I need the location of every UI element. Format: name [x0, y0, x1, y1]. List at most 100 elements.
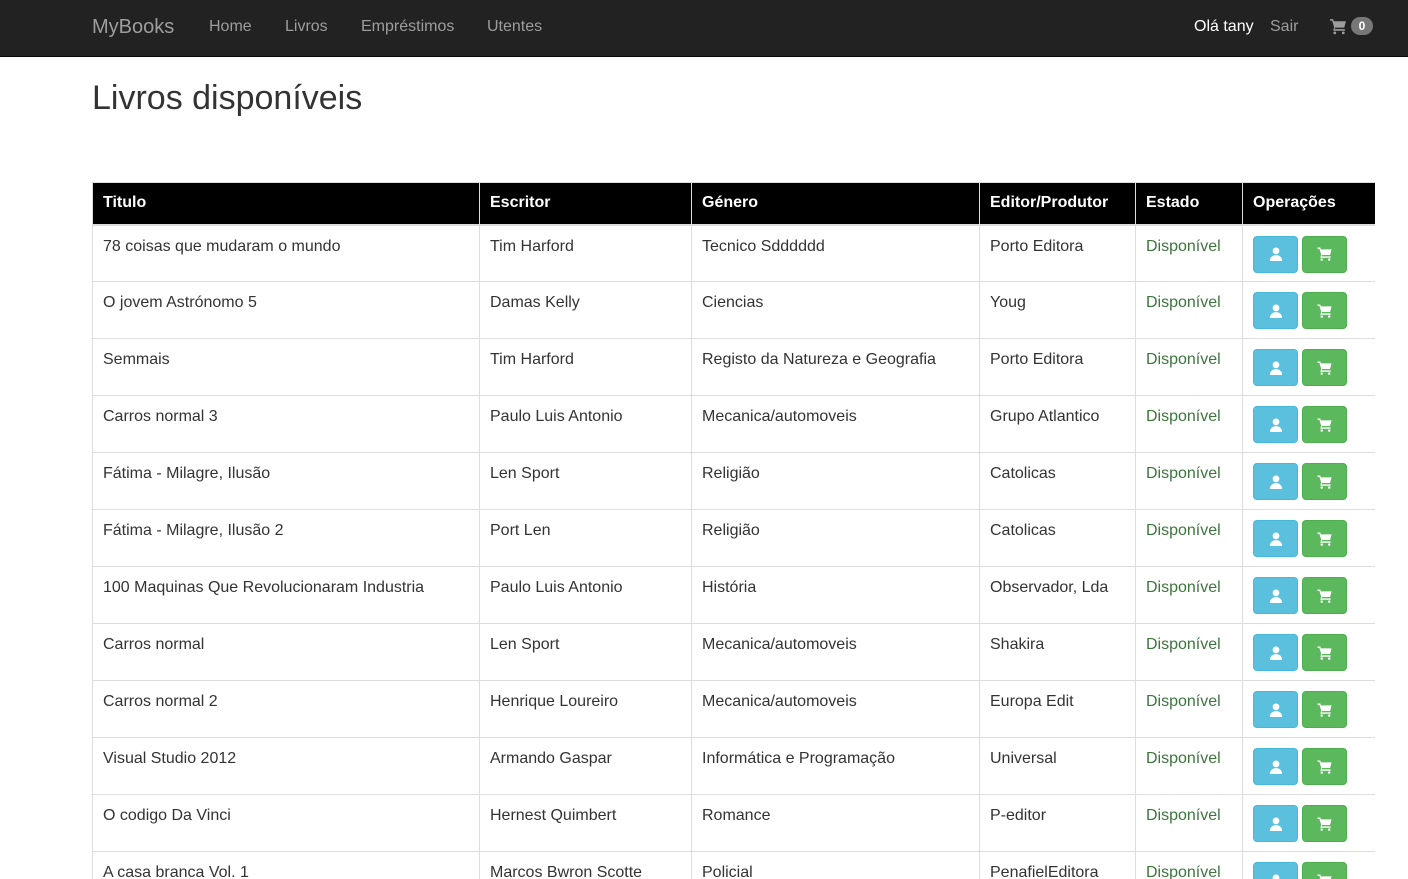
cell-genero: Tecnico Sdddddd: [691, 224, 980, 282]
cell-genero: História: [691, 566, 980, 624]
user-icon: [1269, 816, 1282, 831]
cell-titulo: O codigo Da Vinci: [92, 794, 480, 852]
add-to-cart-button[interactable]: [1302, 577, 1347, 614]
cell-estado: Disponível: [1135, 794, 1243, 852]
cell-escritor: Port Len: [479, 509, 692, 567]
column-header-titulo[interactable]: Titulo: [92, 182, 480, 226]
add-to-cart-button[interactable]: [1302, 805, 1347, 842]
logout-link[interactable]: Sair: [1270, 18, 1298, 36]
cell-genero: Religião: [691, 509, 980, 567]
user-icon: [1269, 531, 1282, 546]
cell-titulo: O jovem Astrónomo 5: [92, 281, 480, 339]
top-navbar: MyBooks Home Livros Empréstimos Utentes …: [0, 0, 1408, 57]
cell-editor: Observador, Lda: [979, 566, 1136, 624]
shopping-cart-icon: [1317, 588, 1332, 603]
brand-link[interactable]: MyBooks: [92, 16, 174, 39]
cell-genero: Mecanica/automoveis: [691, 395, 980, 453]
view-user-button[interactable]: [1253, 406, 1298, 443]
view-user-button[interactable]: [1253, 463, 1298, 500]
cell-editor: Catolicas: [979, 509, 1136, 567]
add-to-cart-button[interactable]: [1302, 862, 1347, 879]
cell-titulo: A casa branca Vol. 1: [92, 851, 480, 879]
cell-escritor: Tim Harford: [479, 224, 692, 282]
add-to-cart-button[interactable]: [1302, 634, 1347, 671]
view-user-button[interactable]: [1253, 349, 1298, 386]
shopping-cart-icon: [1317, 873, 1332, 879]
cell-escritor: Hernest Quimbert: [479, 794, 692, 852]
add-to-cart-button[interactable]: [1302, 463, 1347, 500]
add-to-cart-button[interactable]: [1302, 235, 1347, 273]
cell-estado: Disponível: [1135, 395, 1243, 453]
view-user-button[interactable]: [1253, 805, 1298, 842]
add-to-cart-button[interactable]: [1302, 748, 1347, 785]
cell-genero: Mecanica/automoveis: [691, 680, 980, 738]
cell-editor: P-editor: [979, 794, 1136, 852]
cell-genero: Mecanica/automoveis: [691, 623, 980, 681]
cart-link[interactable]: 0: [1330, 17, 1373, 35]
shopping-cart-icon: [1317, 360, 1332, 375]
cell-editor: Grupo Atlantico: [979, 395, 1136, 453]
nav-link-emprestimos[interactable]: Empréstimos: [361, 18, 454, 36]
cell-estado: Disponível: [1135, 737, 1243, 795]
table-row: Carros normal Len Sport Mecanica/automovei…: [92, 623, 1375, 681]
cell-estado: Disponível: [1135, 338, 1243, 396]
shopping-cart-icon: [1317, 474, 1332, 489]
view-user-button[interactable]: [1253, 862, 1298, 879]
view-user-button[interactable]: [1253, 748, 1298, 785]
table-row: Fátima - Milagre, Ilusão 2 Port Len Religi…: [92, 509, 1375, 567]
cell-escritor: Tim Harford: [479, 338, 692, 396]
cell-escritor: Len Sport: [479, 452, 692, 510]
add-to-cart-button[interactable]: [1302, 349, 1347, 386]
nav-link-livros[interactable]: Livros: [285, 18, 328, 36]
user-icon: [1269, 588, 1282, 603]
cell-titulo: Fátima - Milagre, Ilusão 2: [92, 509, 480, 567]
column-header-estado[interactable]: Estado: [1135, 182, 1243, 226]
cell-titulo: Visual Studio 2012: [92, 737, 480, 795]
cell-genero: Policial: [691, 851, 980, 879]
cell-estado: Disponível: [1135, 680, 1243, 738]
cell-titulo: Semmais: [92, 338, 480, 396]
add-to-cart-button[interactable]: [1302, 406, 1347, 443]
table-row: Fátima - Milagre, Ilusão Len Sport Religiã…: [92, 452, 1375, 510]
cell-escritor: Paulo Luis Antonio: [479, 395, 692, 453]
cell-operacoes: [1242, 851, 1375, 879]
view-user-button[interactable]: [1253, 634, 1298, 671]
cell-operacoes: [1242, 623, 1375, 681]
shopping-cart-icon: [1317, 417, 1332, 432]
books-table: Titulo Escritor Género Editor/Produtor E…: [92, 182, 1375, 879]
user-greeting: Olá tany: [1194, 18, 1254, 35]
cell-estado: Disponível: [1135, 224, 1243, 282]
view-user-button[interactable]: [1253, 520, 1298, 557]
column-header-escritor[interactable]: Escritor: [479, 182, 692, 226]
books-table-container: Titulo Escritor Género Editor/Produtor E…: [92, 182, 1375, 879]
view-user-button[interactable]: [1253, 235, 1298, 273]
view-user-button[interactable]: [1253, 577, 1298, 614]
column-header-editor[interactable]: Editor/Produtor: [979, 182, 1136, 226]
column-header-operacoes: Operações: [1242, 182, 1375, 226]
add-to-cart-button[interactable]: [1302, 292, 1347, 329]
cell-operacoes: [1242, 395, 1375, 453]
cell-operacoes: [1242, 509, 1375, 567]
user-icon: [1269, 247, 1282, 262]
table-row: Carros normal 3 Paulo Luis Antonio Mecanic…: [92, 395, 1375, 453]
nav-link-home[interactable]: Home: [209, 18, 252, 36]
user-icon: [1269, 474, 1282, 489]
nav-link-utentes[interactable]: Utentes: [487, 18, 542, 36]
cell-estado: Disponível: [1135, 851, 1243, 879]
column-header-genero[interactable]: Género: [691, 182, 980, 226]
cell-editor: Universal: [979, 737, 1136, 795]
view-user-button[interactable]: [1253, 292, 1298, 329]
cell-escritor: Damas Kelly: [479, 281, 692, 339]
add-to-cart-button[interactable]: [1302, 520, 1347, 557]
view-user-button[interactable]: [1253, 691, 1298, 728]
cell-estado: Disponível: [1135, 281, 1243, 339]
cell-operacoes: [1242, 281, 1375, 339]
cell-operacoes: [1242, 338, 1375, 396]
shopping-cart-icon: [1317, 531, 1332, 546]
table-body: 78 coisas que mudaram o mundo Tim Harford…: [92, 224, 1375, 879]
cell-escritor: Paulo Luis Antonio: [479, 566, 692, 624]
shopping-cart-icon: [1317, 816, 1332, 831]
add-to-cart-button[interactable]: [1302, 691, 1347, 728]
user-icon: [1269, 645, 1282, 660]
cell-genero: Religião: [691, 452, 980, 510]
